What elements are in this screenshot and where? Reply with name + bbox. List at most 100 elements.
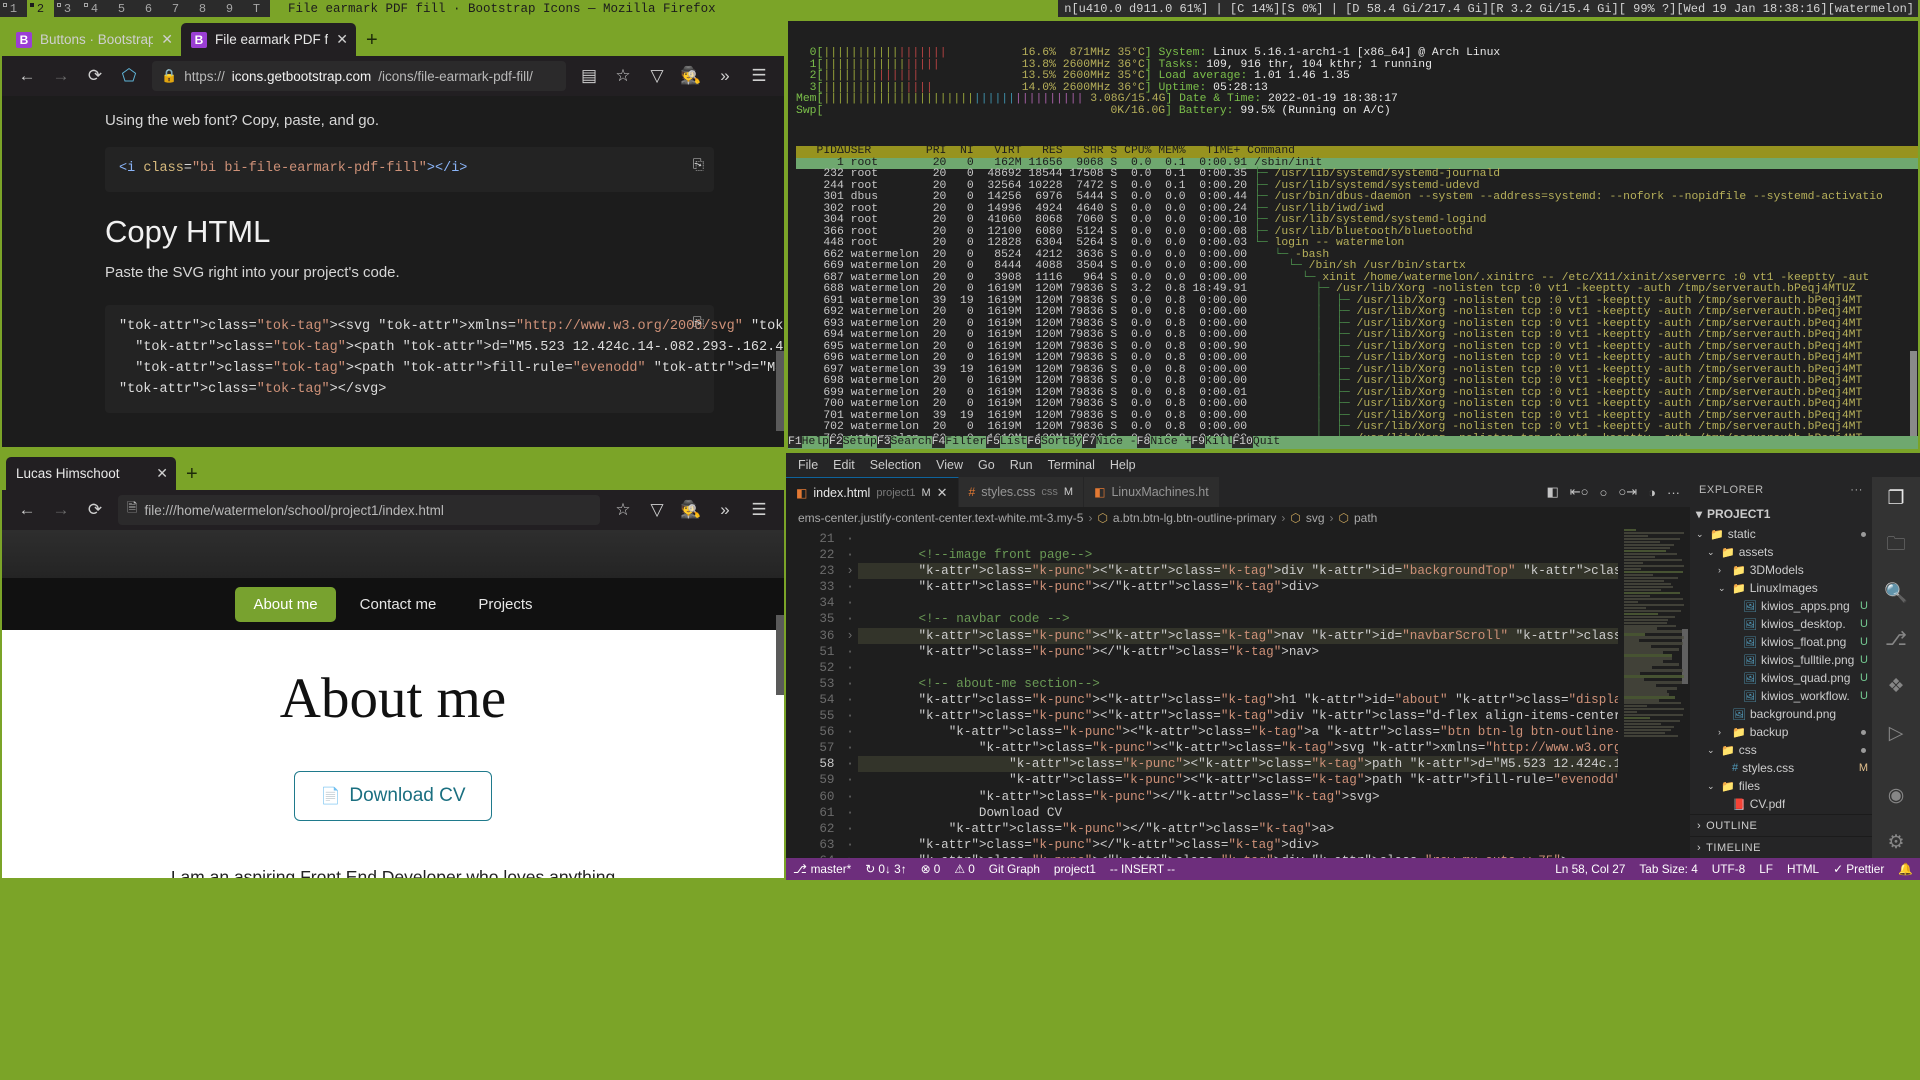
editor-action-icon[interactable]: ○⇥: [1618, 484, 1637, 500]
fold-marker[interactable]: ·: [842, 611, 858, 627]
fkey-f9[interactable]: F9: [1191, 436, 1205, 448]
editor-action-icon[interactable]: ◧: [1546, 484, 1558, 500]
fold-marker[interactable]: ·: [842, 676, 858, 692]
activity-bar[interactable]: ❐ 🗀 🔍 ⎇ ❖ ▷ ◉ ⚙: [1872, 477, 1920, 858]
fkey-label[interactable]: Help: [802, 436, 829, 448]
fkey-f1[interactable]: F1: [788, 436, 802, 448]
breadcrumb-item[interactable]: svg: [1306, 511, 1325, 525]
account-avatar-icon[interactable]: 🕵: [674, 60, 708, 92]
fold-marker[interactable]: ·: [842, 772, 858, 788]
workspace-tag-4[interactable]: 4: [81, 0, 108, 17]
forward-icon[interactable]: →: [44, 60, 78, 92]
reload-icon[interactable]: ⟳: [78, 494, 112, 526]
chevron-right-icon[interactable]: ›: [1697, 820, 1701, 832]
firefox-window-portfolio[interactable]: Lucas Himschoot ✕ + ← → ⟳ 🗎 file:///home…: [0, 451, 786, 880]
hamburger-menu-icon[interactable]: ☰: [742, 60, 776, 92]
chevron-icon[interactable]: ⌄: [1707, 781, 1717, 792]
menu-go[interactable]: Go: [978, 458, 995, 472]
menu-view[interactable]: View: [936, 458, 963, 472]
tab-strip[interactable]: B Buttons · Bootstrap v5.0 ✕ B File earm…: [2, 19, 784, 56]
explorer-section-timeline[interactable]: › TIMELINE: [1690, 836, 1872, 858]
workspace-tag-6[interactable]: 6: [135, 0, 162, 17]
browser-tab-active[interactable]: B File earmark PDF fill · Boots ✕: [181, 23, 356, 56]
fkey-label[interactable]: Quit: [1253, 436, 1280, 448]
close-icon[interactable]: ✕: [937, 485, 948, 501]
code-line[interactable]: "k-attr">class="k-punc"></"k-attr">class…: [858, 644, 1618, 660]
fkey-f3[interactable]: F3: [876, 436, 891, 448]
code-editor[interactable]: 21 22 23 33 34 35 36 51 52 53 54 55 56 5…: [786, 529, 1690, 858]
explorer-item-3dmodels[interactable]: › 📁 3DModels: [1690, 561, 1872, 579]
explorer-section-outline[interactable]: › OUTLINE: [1690, 814, 1872, 836]
menu-file[interactable]: File: [798, 458, 818, 472]
workspace-tag-2[interactable]: 2: [27, 0, 54, 17]
terminal-scrollbar[interactable]: [1910, 351, 1917, 436]
menu-edit[interactable]: Edit: [833, 458, 855, 472]
overflow-chevron-icon[interactable]: »: [708, 494, 742, 526]
htop-process-table[interactable]: PID∆USER PRI NI VIRT RES SHR S CPU% MEM%…: [788, 145, 1918, 449]
explorer-item-kiwios-apps-png[interactable]: 🖼 kiwios_apps.png U: [1690, 597, 1872, 615]
fold-gutter[interactable]: ··›···›·············›·: [842, 529, 858, 858]
browser-tab-active-2[interactable]: Lucas Himschoot ✕: [6, 457, 176, 490]
error-count[interactable]: ⊗ 0: [914, 858, 948, 880]
code-line[interactable]: <!-- navbar code -->: [858, 611, 1618, 627]
code-line[interactable]: <!--image front page-->: [858, 547, 1618, 563]
explorer-more-icon[interactable]: ···: [1850, 484, 1863, 496]
explorer-item-kiwios-desktop-[interactable]: 🖼 kiwios_desktop. U: [1690, 615, 1872, 633]
explorer-item-css[interactable]: ⌄ 📁 css: [1690, 741, 1872, 759]
editor-actions[interactable]: ◧ ⇤○ ○ ○⇥ ◑ ···: [1536, 477, 1690, 507]
code-line[interactable]: "k-attr">class="k-punc"><"k-attr">class=…: [858, 563, 1618, 580]
address-bar[interactable]: 🔒 https:// icons.getbootstrap.com/icons/f…: [152, 61, 566, 91]
workspace-tags[interactable]: 1 2 3 4 5 6 7 8 9 T: [0, 0, 270, 17]
page-scrollbar[interactable]: [776, 351, 784, 431]
fold-marker[interactable]: ·: [842, 692, 858, 708]
fold-marker[interactable]: ·: [842, 756, 858, 772]
workspace-tag-t[interactable]: T: [243, 0, 270, 17]
html-font-snippet[interactable]: ⎘ <i class="bi bi-file-earmark-pdf-fill"…: [105, 147, 714, 192]
prettier-status[interactable]: ✓ Prettier: [1826, 858, 1891, 880]
encoding[interactable]: UTF-8: [1705, 858, 1752, 880]
code-line[interactable]: "k-attr">class="k-punc"><"k-attr">class=…: [858, 853, 1618, 858]
editor-action-icon[interactable]: ○: [1600, 485, 1608, 500]
fkey-label[interactable]: List: [1000, 436, 1027, 448]
bookmark-star-icon[interactable]: ☆: [606, 494, 640, 526]
source-control-branch[interactable]: ⎇ master*: [786, 858, 858, 880]
fkey-label[interactable]: SortBy: [1041, 436, 1082, 448]
code-line[interactable]: [858, 531, 1618, 547]
nav-about-me[interactable]: About me: [235, 586, 336, 622]
page-scrollbar-2[interactable]: [776, 615, 784, 695]
fold-marker[interactable]: ·: [842, 837, 858, 853]
explorer-file-tree[interactable]: ⌄ 📁 static ⌄ 📁 assets › 📁 3DModels ⌄ 📁 LinuxImages 🖼…: [1690, 525, 1872, 814]
fold-marker[interactable]: ·: [842, 724, 858, 740]
editor-action-icon[interactable]: ◑: [1648, 485, 1656, 500]
code-line[interactable]: "k-attr">class="k-punc"><"k-attr">class=…: [858, 756, 1618, 773]
code-line[interactable]: "k-attr">class="k-punc"><"k-attr">class=…: [858, 772, 1618, 788]
cursor-position[interactable]: Ln 58, Col 27: [1548, 858, 1632, 880]
breadcrumb[interactable]: ems-center.justify-content-center.text-w…: [786, 507, 1690, 529]
copy-icon[interactable]: ⎘: [693, 314, 704, 336]
fold-marker[interactable]: ›: [842, 628, 858, 644]
workspace-tag-1[interactable]: 1: [0, 0, 27, 17]
htop-function-keys[interactable]: F1HelpF2SetupF3SearchF4FilterF5ListF6Sor…: [788, 436, 1918, 449]
code-line[interactable]: "k-attr">class="k-punc"></"k-attr">class…: [858, 579, 1618, 595]
fold-marker[interactable]: ·: [842, 531, 858, 547]
forward-icon[interactable]: →: [44, 494, 78, 526]
breadcrumb-item[interactable]: a.btn.btn-lg.btn-outline-primary: [1113, 511, 1276, 525]
chevron-icon[interactable]: ⌄: [1707, 547, 1717, 558]
vscode-menu-bar[interactable]: File Edit Selection View Go Run Terminal Help: [786, 453, 1920, 477]
explorer-sections[interactable]: › OUTLINE › TIMELINE: [1690, 814, 1872, 858]
workspace-tag-7[interactable]: 7: [162, 0, 189, 17]
fkey-label[interactable]: Kill: [1205, 436, 1232, 448]
menu-selection[interactable]: Selection: [870, 458, 921, 472]
explorer-item-cv-pdf[interactable]: 📕 CV.pdf: [1690, 795, 1872, 813]
address-bar-2[interactable]: 🗎 file:///home/watermelon/school/project…: [118, 495, 600, 525]
explorer-item-styles-css[interactable]: # styles.css M: [1690, 759, 1872, 777]
fold-marker[interactable]: ·: [842, 579, 858, 595]
status-bar[interactable]: ⎇ master* ↻ 0↓ 3↑ ⊗ 0 ⚠ 0 Git Graph proj…: [786, 858, 1920, 880]
warning-count[interactable]: ⚠ 0: [947, 858, 981, 880]
fkey-f6[interactable]: F6: [1027, 436, 1041, 448]
new-tab-button-2[interactable]: +: [176, 463, 208, 490]
new-tab-button[interactable]: +: [356, 29, 388, 56]
fkey-f2[interactable]: F2: [829, 436, 843, 448]
code-line[interactable]: "k-attr">class="k-punc"><"k-attr">class=…: [858, 724, 1618, 740]
nav-projects[interactable]: Projects: [460, 587, 550, 622]
